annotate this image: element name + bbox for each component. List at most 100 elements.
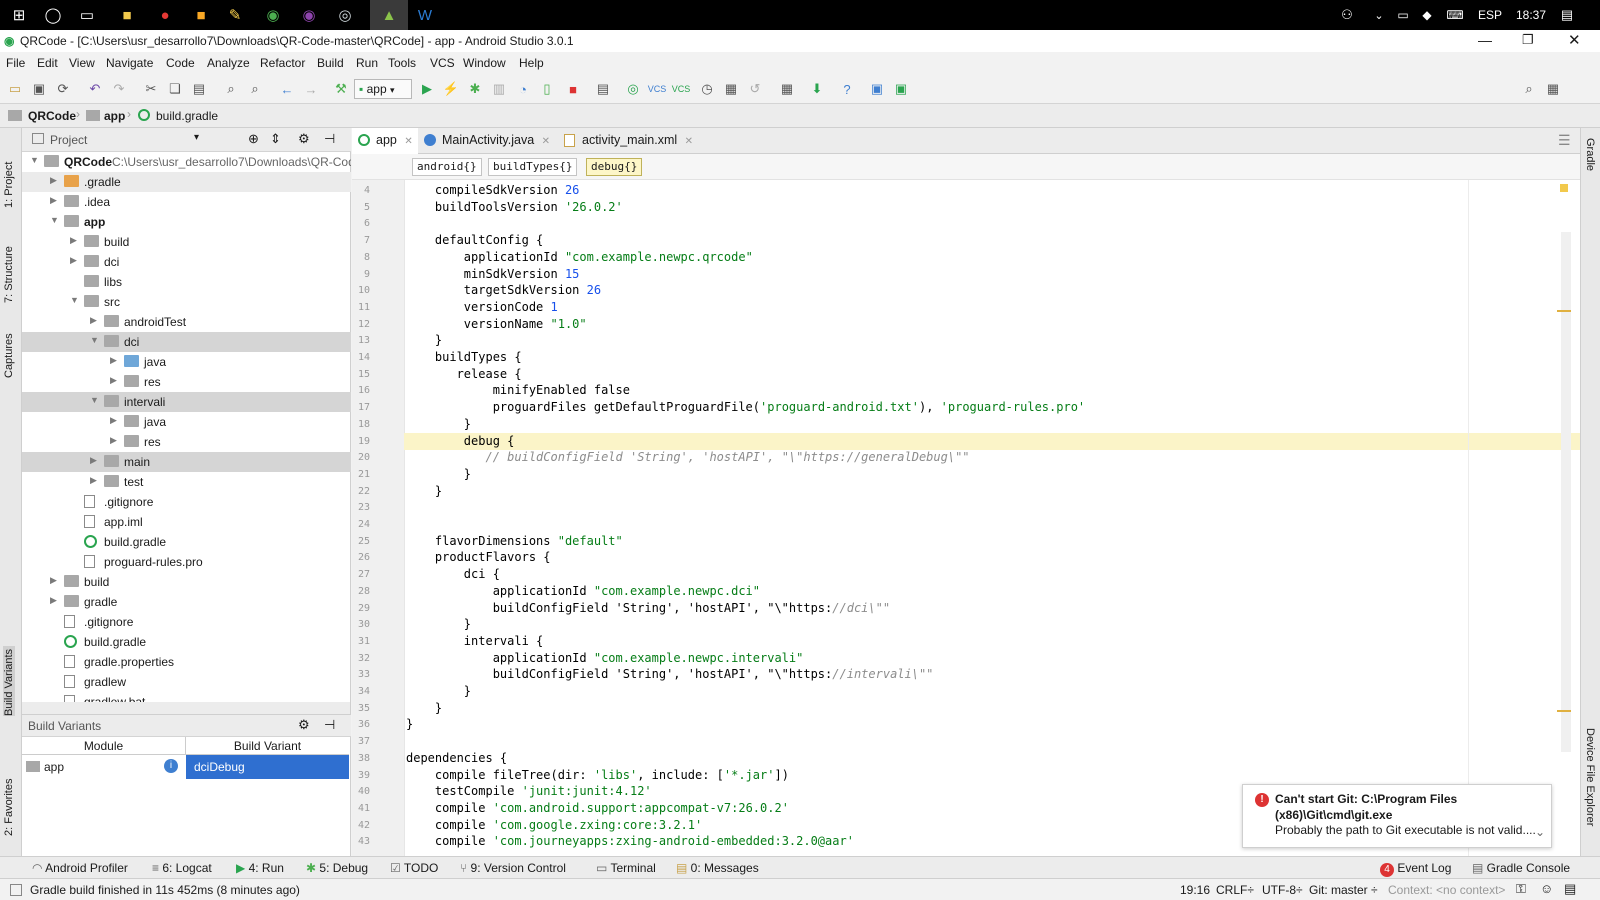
coverage-icon[interactable]: ▥ [490,80,508,98]
build-variant-select[interactable]: dciDebug [186,755,349,779]
tree-item[interactable]: ▶ java [22,352,351,372]
tree-item[interactable]: ▶ build [22,572,351,592]
tree-item[interactable]: ▶ gradle [22,592,351,612]
avd-manager-icon[interactable]: ▤ [594,80,612,98]
breadcrumb-app[interactable]: app [104,109,125,123]
windows-logo-icon[interactable]: ⊞ [2,0,36,30]
opera-icon[interactable]: ● [148,0,182,30]
menu-code[interactable]: Code [166,56,195,70]
tab-device-file-explorer[interactable]: Device File Explorer [1584,728,1596,848]
tree-item[interactable]: ▶ test [22,472,351,492]
code-line[interactable]: dci { [404,566,1580,583]
close-tab-icon[interactable]: ✕ [685,136,693,147]
find-icon[interactable]: ⌕ [222,80,240,98]
code-line[interactable]: compileSdkVersion 26 [404,182,1580,199]
tree-item[interactable]: ▶ .idea [22,192,351,212]
code-line[interactable]: proguardFiles getDefaultProguardFile('pr… [404,399,1580,416]
copy-icon[interactable]: ❏ [166,80,184,98]
crumb-debug[interactable]: debug{} [586,158,643,176]
table-row[interactable]: app i [22,755,186,779]
task-view-icon[interactable]: ▭ [70,0,104,30]
forward-icon[interactable]: → [302,80,320,98]
tab-activity-main-xml[interactable]: activity_main.xml ✕ [558,128,708,154]
collapsed-arrow-icon[interactable]: ▶ [90,455,97,466]
tree-item[interactable]: app.iml [22,512,351,532]
collapsed-arrow-icon[interactable]: ▶ [70,235,77,246]
code-line[interactable]: debug { [404,432,1580,450]
tree-item[interactable]: ▶ res [22,372,351,392]
gear-icon[interactable]: ⚙ [298,717,310,733]
code-line[interactable]: release { [404,366,1580,383]
menu-window[interactable]: Window [463,56,506,70]
save-icon[interactable]: ▣ [30,80,48,98]
file-explorer-icon[interactable]: ■ [110,0,144,30]
tree-item[interactable]: ▼ dci [22,332,351,352]
vcs-update-icon[interactable]: VCS [648,80,667,98]
close-tab-icon[interactable]: ✕ [542,136,550,147]
code-line[interactable]: targetSdkVersion 26 [404,282,1580,299]
tor-icon[interactable]: ◉ [292,0,326,30]
maximize-icon[interactable]: ❐ [1522,32,1534,48]
tab-project[interactable]: 1: Project [3,138,15,208]
layout-inspector-icon[interactable]: ▣ [892,80,910,98]
code-line[interactable]: applicationId "com.example.newpc.interva… [404,650,1580,667]
lock-icon[interactable]: ⚿ [1516,881,1526,897]
column-build-variant[interactable]: Build Variant [186,737,349,755]
settings-icon[interactable]: ▦ [1544,80,1562,98]
paste-icon[interactable]: ▤ [190,80,208,98]
make-project-icon[interactable]: ⚒ [332,80,350,98]
tree-item[interactable]: ▶ main [22,452,351,472]
device-monitor-icon[interactable]: ▣ [868,80,886,98]
code-line[interactable]: applicationId "com.example.newpc.dci" [404,583,1580,600]
debug-icon[interactable]: ✱ [466,80,484,98]
tab-gradle[interactable]: Gradle [1584,138,1596,198]
code-line[interactable]: buildTypes { [404,349,1580,366]
expanded-arrow-icon[interactable]: ▼ [50,215,59,225]
run-config-dropdown[interactable]: ▪ app ▾ [354,79,412,99]
notifications-icon[interactable]: ▤ [1550,0,1584,30]
code-line[interactable]: } [404,332,1580,349]
warning-marker[interactable] [1557,710,1571,712]
menu-run[interactable]: Run [356,56,378,70]
crumb-buildtypes[interactable]: buildTypes{} [488,158,578,176]
chevron-down-icon[interactable]: ▾ [194,132,199,143]
code-line[interactable]: versionCode 1 [404,299,1580,316]
code-line[interactable]: } [404,700,1580,717]
tab-app[interactable]: app ✕ [352,128,418,154]
clock[interactable]: 18:37 [1516,8,1546,22]
hide-panel-icon[interactable]: ⊣ [324,717,335,733]
sync-icon[interactable]: ⟳ [54,80,72,98]
minimize-icon[interactable]: — [1478,32,1492,48]
back-icon[interactable]: ← [278,80,296,98]
tab-favorites[interactable]: 2: Favorites [3,756,15,836]
column-module[interactable]: Module [22,737,186,755]
menu-file[interactable]: File [6,56,25,70]
analysis-status-icon[interactable] [1560,184,1568,192]
tree-item[interactable]: ▶ java [22,412,351,432]
code-line[interactable]: } [404,416,1580,433]
menu-vcs[interactable]: VCS [430,56,455,70]
code-line[interactable]: } [404,483,1580,500]
replace-icon[interactable]: ⌕ [246,80,264,98]
tool-logcat[interactable]: ≡ 6: Logcat [152,861,212,875]
breadcrumb-qrcode[interactable]: QRCode [28,109,76,123]
tree-item[interactable]: ▼ intervali [22,392,351,412]
close-icon[interactable]: ✕ [1568,31,1581,49]
tab-structure[interactable]: 7: Structure [3,223,15,303]
code-line[interactable]: } [404,616,1580,633]
breadcrumb-build-gradle[interactable]: build.gradle [156,109,218,123]
tree-item[interactable]: .gitignore [22,612,351,632]
file-encoding[interactable]: UTF-8÷ [1262,883,1303,897]
undo-icon[interactable]: ↶ [86,80,104,98]
code-line[interactable]: } [404,716,1580,733]
code-line[interactable]: applicationId "com.example.newpc.qrcode" [404,249,1580,266]
inspector-icon[interactable]: ☺ [1540,881,1553,896]
close-tab-icon[interactable]: ✕ [404,136,412,147]
tree-item[interactable]: proguard-rules.pro [22,552,351,572]
expanded-arrow-icon[interactable]: ▼ [90,335,99,345]
compare-icon[interactable]: ▦ [722,80,740,98]
expanded-arrow-icon[interactable]: ▼ [30,155,39,165]
tree-item[interactable]: gradlew [22,672,351,692]
tree-item[interactable]: ▶ dci [22,252,351,272]
tree-item[interactable]: ▼ app [22,212,351,232]
